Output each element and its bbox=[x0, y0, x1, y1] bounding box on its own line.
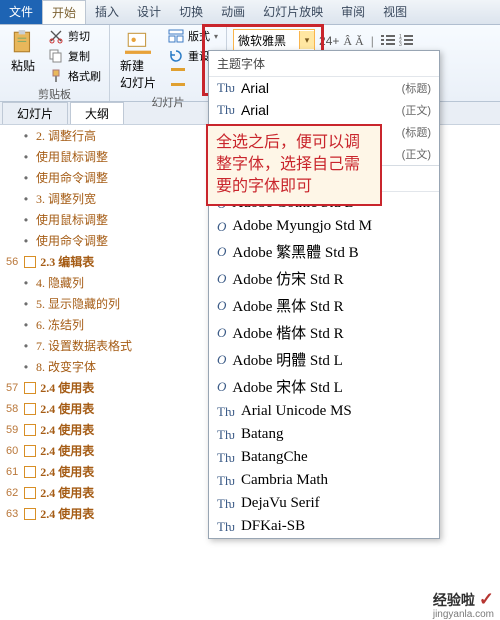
tab-design[interactable]: 设计 bbox=[128, 0, 170, 24]
outline-item[interactable]: 592.4 使用表 bbox=[0, 419, 165, 440]
ribbon-tabs: 文件 开始 插入 设计 切换 动画 幻灯片放映 审阅 视图 bbox=[0, 0, 500, 25]
group-clipboard: 粘贴 剪切 复制 格式刷 剪贴板 bbox=[0, 25, 110, 101]
font-option[interactable]: TƕDejaVu Serif bbox=[209, 492, 439, 515]
paste-label: 粘贴 bbox=[11, 57, 35, 74]
outline-item[interactable]: •使用鼠标调整 bbox=[0, 209, 165, 230]
clipboard-label: 剪贴板 bbox=[6, 85, 103, 102]
font-option[interactable]: TƕBatangChe bbox=[209, 446, 439, 469]
outline-item[interactable]: 622.4 使用表 bbox=[0, 482, 165, 503]
font-size-display[interactable]: 24+ bbox=[319, 34, 339, 48]
outline-item[interactable]: •2. 调整行高 bbox=[0, 125, 165, 146]
watermark: 经验啦 ✓ jingyanla.com bbox=[433, 589, 494, 610]
outline-item[interactable]: •3. 调整列宽 bbox=[0, 188, 165, 209]
outline-item[interactable]: 632.4 使用表 bbox=[0, 503, 165, 524]
cut-button[interactable]: 剪切 bbox=[46, 27, 103, 45]
font-option[interactable]: TƕCambria Math bbox=[209, 469, 439, 492]
copy-button[interactable]: 复制 bbox=[46, 47, 103, 65]
tab-transition[interactable]: 切换 bbox=[170, 0, 212, 24]
annotation-callout: 全选之后，便可以调整字体，选择自己需要的字体即可 bbox=[206, 124, 382, 206]
outline-item[interactable]: •5. 显示隐藏的列 bbox=[0, 293, 165, 314]
font-option[interactable]: TƕArial(标题) bbox=[209, 77, 439, 99]
paste-button[interactable]: 粘贴 bbox=[6, 27, 40, 76]
new-slide-label: 新建 幻灯片 bbox=[120, 57, 156, 91]
watermark-brand: 经验啦 bbox=[433, 590, 475, 610]
layout-button[interactable]: 版式▾ bbox=[166, 27, 220, 45]
subtab-slides[interactable]: 幻灯片 bbox=[2, 102, 68, 124]
watermark-url: jingyanla.com bbox=[433, 609, 494, 620]
tab-home[interactable]: 开始 bbox=[42, 0, 86, 24]
tab-file[interactable]: 文件 bbox=[0, 0, 42, 24]
chevron-down-icon[interactable]: ▾ bbox=[299, 31, 314, 49]
tab-animation[interactable]: 动画 bbox=[212, 0, 254, 24]
outline-item[interactable]: •8. 改变字体 bbox=[0, 356, 165, 377]
list-icons[interactable]: 123 bbox=[381, 33, 413, 47]
tab-view[interactable]: 视图 bbox=[374, 0, 416, 24]
font-option[interactable]: TƕArial(正文) bbox=[209, 99, 439, 121]
outline-item[interactable]: 602.4 使用表 bbox=[0, 440, 165, 461]
outline-item[interactable]: 562.3 编辑表 bbox=[0, 251, 165, 272]
outline-item[interactable]: •使用鼠标调整 bbox=[0, 146, 165, 167]
outline-item[interactable]: •4. 隐藏列 bbox=[0, 272, 165, 293]
slides-label: 幻灯片 bbox=[116, 93, 220, 110]
tab-review[interactable]: 审阅 bbox=[332, 0, 374, 24]
subtab-outline[interactable]: 大纲 bbox=[70, 102, 124, 124]
font-option[interactable]: OAdobe 繁黑體 Std B bbox=[209, 238, 439, 265]
outline-item[interactable]: 582.4 使用表 bbox=[0, 398, 165, 419]
font-option[interactable]: OAdobe 楷体 Std R bbox=[209, 319, 439, 346]
font-option[interactable]: OAdobe 仿宋 Std R bbox=[209, 265, 439, 292]
tab-insert[interactable]: 插入 bbox=[86, 0, 128, 24]
outline-item[interactable]: •7. 设置数据表格式 bbox=[0, 335, 165, 356]
font-combo-value: 微软雅黑 bbox=[234, 32, 299, 49]
font-option[interactable]: OAdobe 宋体 Std L bbox=[209, 373, 439, 400]
outline-pane: •2. 调整行高•使用鼠标调整•使用命令调整•3. 调整列宽•使用鼠标调整•使用… bbox=[0, 125, 165, 617]
outline-item[interactable]: •6. 冻结列 bbox=[0, 314, 165, 335]
font-option[interactable]: OAdobe Myungjo Std M bbox=[209, 215, 439, 238]
font-option[interactable]: OAdobe 黑体 Std R bbox=[209, 292, 439, 319]
check-icon: ✓ bbox=[479, 589, 494, 610]
tab-slideshow[interactable]: 幻灯片放映 bbox=[254, 0, 332, 24]
svg-text:3: 3 bbox=[399, 42, 402, 47]
font-option[interactable]: TƕArial Unicode MS bbox=[209, 400, 439, 423]
new-slide-button[interactable]: 新建 幻灯片 bbox=[116, 27, 160, 93]
font-option[interactable]: TƕDFKai-SB bbox=[209, 515, 439, 538]
outline-item[interactable]: •使用命令调整 bbox=[0, 230, 165, 251]
font-option[interactable]: OAdobe 明體 Std L bbox=[209, 346, 439, 373]
outline-item[interactable]: 612.4 使用表 bbox=[0, 461, 165, 482]
font-option[interactable]: TƕBatang bbox=[209, 423, 439, 446]
outline-item[interactable]: •使用命令调整 bbox=[0, 167, 165, 188]
outline-item[interactable]: 572.4 使用表 bbox=[0, 377, 165, 398]
font-section-theme: 主题字体 bbox=[209, 51, 439, 77]
font-combo[interactable]: 微软雅黑 ▾ bbox=[233, 29, 315, 51]
painter-button[interactable]: 格式刷 bbox=[46, 67, 103, 85]
